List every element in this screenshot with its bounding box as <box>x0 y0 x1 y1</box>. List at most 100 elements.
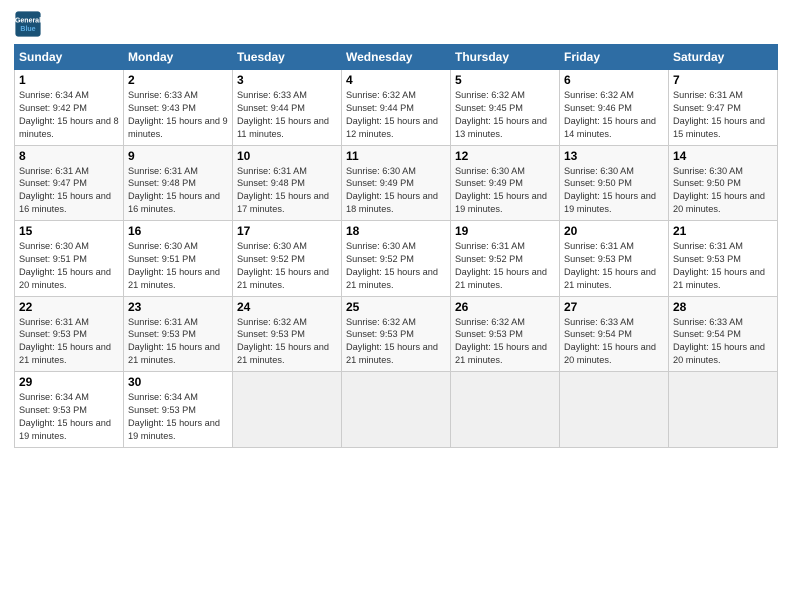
calendar-cell: 22 Sunrise: 6:31 AMSunset: 9:53 PMDayligh… <box>15 296 124 372</box>
calendar-cell: 23 Sunrise: 6:31 AMSunset: 9:53 PMDayligh… <box>124 296 233 372</box>
day-info: Sunrise: 6:32 AMSunset: 9:44 PMDaylight:… <box>346 89 446 141</box>
day-header-saturday: Saturday <box>669 45 778 70</box>
day-header-monday: Monday <box>124 45 233 70</box>
calendar-cell: 7 Sunrise: 6:31 AMSunset: 9:47 PMDaylight… <box>669 70 778 146</box>
day-info: Sunrise: 6:32 AMSunset: 9:53 PMDaylight:… <box>346 316 446 368</box>
day-number: 13 <box>564 149 664 163</box>
calendar-cell <box>233 372 342 448</box>
day-number: 21 <box>673 224 773 238</box>
day-number: 4 <box>346 73 446 87</box>
day-header-tuesday: Tuesday <box>233 45 342 70</box>
calendar-cell: 21 Sunrise: 6:31 AMSunset: 9:53 PMDayligh… <box>669 221 778 297</box>
day-number: 8 <box>19 149 119 163</box>
day-info: Sunrise: 6:34 AMSunset: 9:53 PMDaylight:… <box>128 391 228 443</box>
day-number: 17 <box>237 224 337 238</box>
day-number: 7 <box>673 73 773 87</box>
calendar-cell: 10Sunrise: 6:31 AMSunset: 9:48 PMDayligh… <box>233 145 342 221</box>
header-row: SundayMondayTuesdayWednesdayThursdayFrid… <box>15 45 778 70</box>
logo-icon: General Blue <box>14 10 42 38</box>
calendar-cell: 24 Sunrise: 6:32 AMSunset: 9:53 PMDayligh… <box>233 296 342 372</box>
day-info: Sunrise: 6:33 AMSunset: 9:43 PMDaylight:… <box>128 89 228 141</box>
calendar-week-2: 8 Sunrise: 6:31 AMSunset: 9:47 PMDaylight… <box>15 145 778 221</box>
day-info: Sunrise: 6:34 AMSunset: 9:53 PMDaylight:… <box>19 391 119 443</box>
day-number: 23 <box>128 300 228 314</box>
calendar-cell <box>451 372 560 448</box>
day-number: 14 <box>673 149 773 163</box>
day-number: 15 <box>19 224 119 238</box>
day-number: 6 <box>564 73 664 87</box>
day-header-sunday: Sunday <box>15 45 124 70</box>
calendar-week-1: 1Sunrise: 6:34 AMSunset: 9:42 PMDaylight… <box>15 70 778 146</box>
calendar-cell: 18Sunrise: 6:30 AMSunset: 9:52 PMDayligh… <box>342 221 451 297</box>
day-number: 5 <box>455 73 555 87</box>
day-info: Sunrise: 6:31 AMSunset: 9:47 PMDaylight:… <box>19 165 119 217</box>
day-number: 22 <box>19 300 119 314</box>
day-number: 24 <box>237 300 337 314</box>
day-info: Sunrise: 6:31 AMSunset: 9:53 PMDaylight:… <box>564 240 664 292</box>
calendar-cell: 17 Sunrise: 6:30 AMSunset: 9:52 PMDayligh… <box>233 221 342 297</box>
day-info: Sunrise: 6:30 AMSunset: 9:51 PMDaylight:… <box>128 240 228 292</box>
calendar-cell: 2 Sunrise: 6:33 AMSunset: 9:43 PMDaylight… <box>124 70 233 146</box>
day-number: 16 <box>128 224 228 238</box>
day-info: Sunrise: 6:31 AMSunset: 9:48 PMDaylight:… <box>128 165 228 217</box>
day-header-friday: Friday <box>560 45 669 70</box>
calendar-cell: 30 Sunrise: 6:34 AMSunset: 9:53 PMDayligh… <box>124 372 233 448</box>
calendar-week-4: 22 Sunrise: 6:31 AMSunset: 9:53 PMDayligh… <box>15 296 778 372</box>
day-number: 2 <box>128 73 228 87</box>
calendar-cell <box>560 372 669 448</box>
day-info: Sunrise: 6:33 AMSunset: 9:54 PMDaylight:… <box>673 316 773 368</box>
day-info: Sunrise: 6:30 AMSunset: 9:50 PMDaylight:… <box>673 165 773 217</box>
header: General Blue <box>14 10 778 38</box>
day-info: Sunrise: 6:30 AMSunset: 9:52 PMDaylight:… <box>346 240 446 292</box>
calendar-cell: 5 Sunrise: 6:32 AMSunset: 9:45 PMDaylight… <box>451 70 560 146</box>
calendar-cell: 27 Sunrise: 6:33 AMSunset: 9:54 PMDayligh… <box>560 296 669 372</box>
day-info: Sunrise: 6:31 AMSunset: 9:48 PMDaylight:… <box>237 165 337 217</box>
calendar-cell: 9 Sunrise: 6:31 AMSunset: 9:48 PMDaylight… <box>124 145 233 221</box>
day-info: Sunrise: 6:30 AMSunset: 9:52 PMDaylight:… <box>237 240 337 292</box>
day-number: 11 <box>346 149 446 163</box>
day-number: 30 <box>128 375 228 389</box>
day-info: Sunrise: 6:31 AMSunset: 9:47 PMDaylight:… <box>673 89 773 141</box>
calendar-cell: 26 Sunrise: 6:32 AMSunset: 9:53 PMDayligh… <box>451 296 560 372</box>
page-container: General Blue SundayMondayTuesdayWednesda… <box>0 0 792 458</box>
svg-text:Blue: Blue <box>20 26 35 33</box>
day-number: 26 <box>455 300 555 314</box>
day-info: Sunrise: 6:33 AMSunset: 9:54 PMDaylight:… <box>564 316 664 368</box>
day-number: 9 <box>128 149 228 163</box>
day-info: Sunrise: 6:32 AMSunset: 9:45 PMDaylight:… <box>455 89 555 141</box>
day-number: 12 <box>455 149 555 163</box>
calendar-table: SundayMondayTuesdayWednesdayThursdayFrid… <box>14 44 778 448</box>
day-header-thursday: Thursday <box>451 45 560 70</box>
day-info: Sunrise: 6:32 AMSunset: 9:53 PMDaylight:… <box>237 316 337 368</box>
calendar-cell: 3 Sunrise: 6:33 AMSunset: 9:44 PMDaylight… <box>233 70 342 146</box>
calendar-cell: 12Sunrise: 6:30 AMSunset: 9:49 PMDayligh… <box>451 145 560 221</box>
svg-text:General: General <box>15 18 41 25</box>
day-info: Sunrise: 6:30 AMSunset: 9:50 PMDaylight:… <box>564 165 664 217</box>
calendar-cell: 15Sunrise: 6:30 AMSunset: 9:51 PMDayligh… <box>15 221 124 297</box>
day-number: 27 <box>564 300 664 314</box>
calendar-cell: 16 Sunrise: 6:30 AMSunset: 9:51 PMDayligh… <box>124 221 233 297</box>
day-number: 3 <box>237 73 337 87</box>
calendar-cell: 14 Sunrise: 6:30 AMSunset: 9:50 PMDayligh… <box>669 145 778 221</box>
day-number: 20 <box>564 224 664 238</box>
calendar-cell: 4 Sunrise: 6:32 AMSunset: 9:44 PMDaylight… <box>342 70 451 146</box>
day-number: 29 <box>19 375 119 389</box>
day-info: Sunrise: 6:33 AMSunset: 9:44 PMDaylight:… <box>237 89 337 141</box>
day-info: Sunrise: 6:32 AMSunset: 9:53 PMDaylight:… <box>455 316 555 368</box>
day-info: Sunrise: 6:31 AMSunset: 9:53 PMDaylight:… <box>19 316 119 368</box>
calendar-cell: 19Sunrise: 6:31 AMSunset: 9:52 PMDayligh… <box>451 221 560 297</box>
day-number: 1 <box>19 73 119 87</box>
day-info: Sunrise: 6:31 AMSunset: 9:53 PMDaylight:… <box>128 316 228 368</box>
calendar-cell: 25 Sunrise: 6:32 AMSunset: 9:53 PMDayligh… <box>342 296 451 372</box>
calendar-week-3: 15 Sunrise: 6:30 AMSunset: 9:51 PMDayligh… <box>15 221 778 297</box>
day-number: 25 <box>346 300 446 314</box>
logo: General Blue <box>14 10 42 38</box>
calendar-cell: 13 Sunrise: 6:30 AMSunset: 9:50 PMDayligh… <box>560 145 669 221</box>
calendar-cell: 1Sunrise: 6:34 AMSunset: 9:42 PMDaylight… <box>15 70 124 146</box>
day-number: 28 <box>673 300 773 314</box>
calendar-cell: 8 Sunrise: 6:31 AMSunset: 9:47 PMDaylight… <box>15 145 124 221</box>
day-number: 19 <box>455 224 555 238</box>
calendar-cell: 20 Sunrise: 6:31 AMSunset: 9:53 PMDayligh… <box>560 221 669 297</box>
day-info: Sunrise: 6:31 AMSunset: 9:53 PMDaylight:… <box>673 240 773 292</box>
day-info: Sunrise: 6:30 AMSunset: 9:49 PMDaylight:… <box>346 165 446 217</box>
